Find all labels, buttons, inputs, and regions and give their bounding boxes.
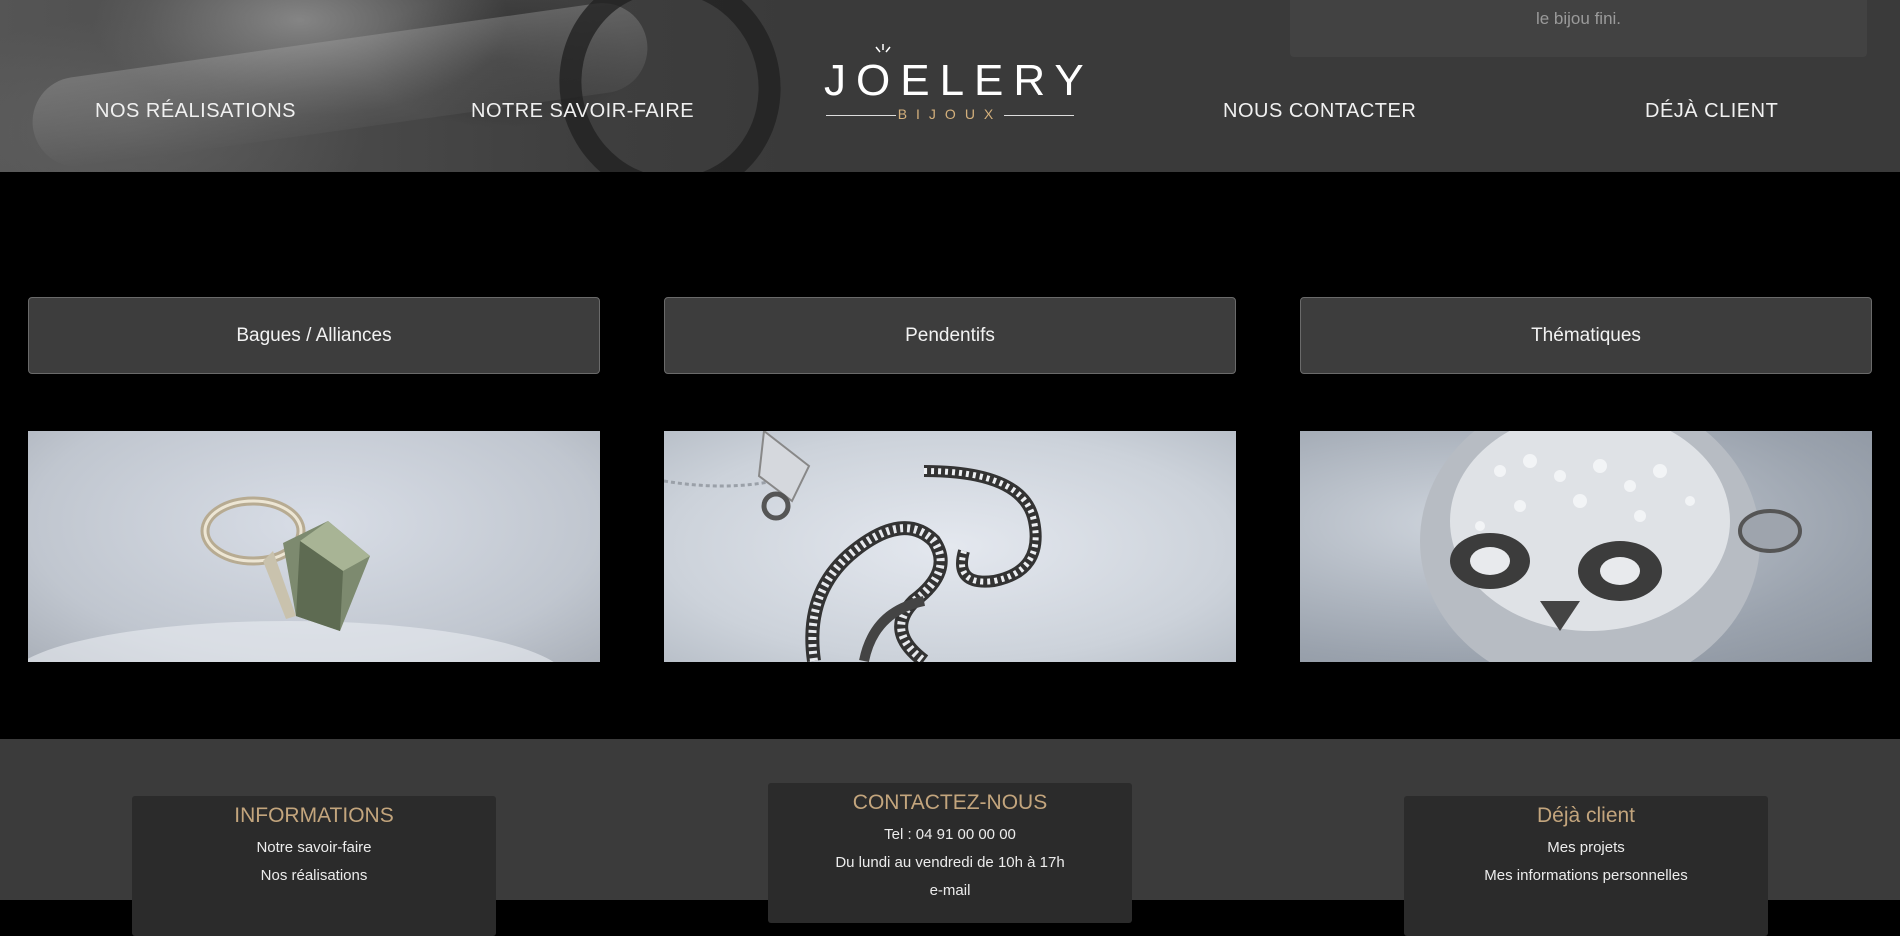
footer-link-realisations[interactable]: Nos réalisations: [132, 867, 496, 884]
logo-divider-right: [1004, 115, 1074, 116]
site-header: le bijou fini. NOS RÉALISATIONS NOTRE SA…: [0, 0, 1900, 172]
ring-photo[interactable]: [28, 431, 600, 662]
category-button-thematiques[interactable]: Thématiques: [1300, 297, 1872, 374]
footer-link-mes-informations[interactable]: Mes informations personnelles: [1404, 867, 1768, 884]
footer-client-card: Déjà client Mes projets Mes informations…: [1404, 796, 1768, 936]
category-button-pendentifs[interactable]: Pendentifs: [664, 297, 1236, 374]
pendant-illustration: [664, 431, 1042, 662]
footer-informations-card: INFORMATIONS Notre savoir-faire Nos réal…: [132, 796, 496, 936]
nav-nous-contacter[interactable]: NOUS CONTACTER: [1223, 100, 1416, 123]
nav-notre-savoir-faire[interactable]: NOTRE SAVOIR-FAIRE: [471, 100, 694, 123]
footer-contact-email[interactable]: e-mail: [768, 882, 1132, 899]
logo-wordmark: JOELERY: [824, 56, 1094, 105]
nav-deja-client[interactable]: DÉJÀ CLIENT: [1645, 100, 1778, 123]
footer-client-title: Déjà client: [1536, 804, 1636, 827]
footer-contact-hours: Du lundi au vendredi de 10h à 17h: [835, 854, 1065, 871]
category-button-bagues[interactable]: Bagues / Alliances: [28, 297, 600, 374]
footer-link-mes-projets[interactable]: Mes projets: [1404, 839, 1768, 856]
nav-nos-realisations[interactable]: NOS RÉALISATIONS: [95, 100, 296, 123]
footer-contact-phone: Tel : 04 91 00 00 00: [884, 826, 1016, 843]
quote-text: le bijou fini.: [1535, 9, 1622, 28]
quote-card: le bijou fini.: [1290, 0, 1867, 57]
footer-link-savoir-faire[interactable]: Notre savoir-faire: [132, 839, 496, 856]
footer-contact-title: CONTACTEZ-NOUS: [852, 791, 1048, 814]
header-hand-photo: [0, 0, 813, 172]
footer-contact-card: CONTACTEZ-NOUS Tel : 04 91 00 00 00 Du l…: [768, 783, 1132, 923]
pendant-photo[interactable]: [664, 431, 1236, 662]
skull-ring-illustration: [1420, 431, 1802, 662]
skull-ring-photo[interactable]: [1300, 431, 1872, 662]
logo-subtitle: BIJOUX: [897, 106, 1003, 122]
site-logo[interactable]: JOELERY BIJOUX: [824, 44, 1094, 126]
site-footer: INFORMATIONS Notre savoir-faire Nos réal…: [0, 739, 1900, 936]
footer-informations-title: INFORMATIONS: [234, 804, 394, 827]
ring-illustration: [28, 496, 554, 662]
